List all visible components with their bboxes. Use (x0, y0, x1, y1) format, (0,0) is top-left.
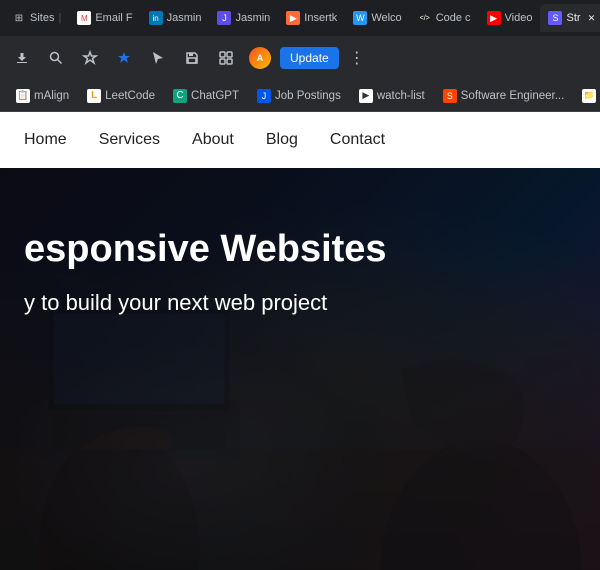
bookmark-favicon-chatgpt: C (173, 89, 187, 103)
profile-button[interactable]: A (246, 44, 274, 72)
tab-divider-sites: | (58, 12, 61, 24)
profile-avatar: A (249, 47, 271, 69)
bookmarks-bar: 📋 mAlign L LeetCode C ChatGPT J Job Post… (0, 80, 600, 112)
tab-label-sites: Sites (30, 12, 54, 24)
tab-video[interactable]: ▶ Video (479, 4, 541, 32)
tab-label-code: Code c (436, 12, 471, 24)
tab-label-str: Str (566, 12, 580, 24)
tab-label-linkedin: Jasmin (167, 12, 202, 24)
tab-favicon-str: S (548, 11, 562, 25)
hero-content: esponsive Websites y to build your next … (0, 168, 600, 318)
bookmark-label-malign: mAlign (34, 90, 69, 102)
tab-str[interactable]: S Str ✕ (540, 4, 600, 32)
tab-label-jasper: Jasmin (235, 12, 270, 24)
nav-services[interactable]: Services (99, 131, 160, 149)
tab-favicon-welcome: W (353, 11, 367, 25)
zoom-button[interactable] (42, 44, 70, 72)
cursor-button[interactable] (144, 44, 172, 72)
bookmark-favicon-leetcode: L (87, 89, 101, 103)
webpage-content: Home Services About Blog Contact (0, 112, 600, 570)
tab-label-welcome: Welco (371, 12, 401, 24)
tab-favicon-linkedin: in (149, 11, 163, 25)
toolbar: A Update ⋮ (0, 36, 600, 80)
cursor-icon (150, 50, 166, 66)
tab-code[interactable]: </> Code c (410, 4, 479, 32)
tab-favicon-video: ▶ (487, 11, 501, 25)
bookmark-leetcode[interactable]: L LeetCode (79, 86, 163, 106)
bookmark-jobs[interactable]: J Job Postings (249, 86, 349, 106)
bookmark-favicon-jobs: J (257, 89, 271, 103)
update-button[interactable]: Update (280, 47, 339, 69)
bookmark-star-icon (82, 50, 98, 66)
zoom-icon (48, 50, 64, 66)
bookmark-malign[interactable]: 📋 mAlign (8, 86, 77, 106)
nav-blog[interactable]: Blog (266, 131, 298, 149)
bookmark-label-watchlist: watch-list (377, 90, 425, 102)
bookmark-favicon-other: 📁 (582, 89, 596, 103)
tab-favicon-jasper: J (217, 11, 231, 25)
site-navigation: Home Services About Blog Contact (0, 112, 600, 168)
tab-linkedin[interactable]: in Jasmin (141, 4, 210, 32)
download-icon (14, 50, 30, 66)
tab-favicon-email: M (77, 11, 91, 25)
bookmarked-icon (116, 50, 132, 66)
bookmarked-button[interactable] (110, 44, 138, 72)
bookmark-favicon-software-engineer: S (443, 89, 457, 103)
download-button[interactable] (8, 44, 36, 72)
tab-jasper[interactable]: J Jasmin (209, 4, 278, 32)
bookmark-favicon-malign: 📋 (16, 89, 30, 103)
bookmark-label-jobs: Job Postings (275, 90, 341, 102)
tab-sites[interactable]: ⊞ Sites | (4, 4, 69, 32)
tab-insertkick[interactable]: ▶ Insertk (278, 4, 345, 32)
save-icon (184, 50, 200, 66)
extensions-icon (218, 50, 234, 66)
extensions-button[interactable] (212, 44, 240, 72)
tab-favicon-code: </> (418, 11, 432, 25)
tab-label-email: Email F (95, 12, 132, 24)
nav-about[interactable]: About (192, 131, 234, 149)
tab-bar: ⊞ Sites | M Email F in Jasmin J Jasmin ▶… (0, 0, 600, 36)
hero-subheading: y to build your next web project (24, 288, 576, 319)
save-button[interactable] (178, 44, 206, 72)
tab-favicon-sites: ⊞ (12, 11, 26, 25)
tab-close-str[interactable]: ✕ (585, 11, 599, 25)
tab-email[interactable]: M Email F (69, 4, 140, 32)
bookmark-software-engineer[interactable]: S Software Engineer... (435, 86, 573, 106)
tab-welcome[interactable]: W Welco (345, 4, 409, 32)
hero-heading: esponsive Websites (24, 228, 576, 272)
menu-button[interactable]: ⋮ (345, 44, 369, 72)
bookmark-label-chatgpt: ChatGPT (191, 90, 239, 102)
bookmark-chatgpt[interactable]: C ChatGPT (165, 86, 247, 106)
bookmark-other[interactable]: 📁 Other Bookmarks (574, 86, 600, 106)
bookmark-label-leetcode: LeetCode (105, 90, 155, 102)
bookmark-favicon-watchlist: ▶ (359, 89, 373, 103)
nav-home[interactable]: Home (24, 131, 67, 149)
tab-favicon-insertkick: ▶ (286, 11, 300, 25)
bookmark-watchlist[interactable]: ▶ watch-list (351, 86, 433, 106)
nav-contact[interactable]: Contact (330, 131, 385, 149)
tab-label-insertkick: Insertk (304, 12, 337, 24)
bookmark-label-software-engineer: Software Engineer... (461, 90, 565, 102)
hero-section: esponsive Websites y to build your next … (0, 168, 600, 570)
tab-label-video: Video (505, 12, 533, 24)
browser-chrome: ⊞ Sites | M Email F in Jasmin J Jasmin ▶… (0, 0, 600, 112)
bookmark-button[interactable] (76, 44, 104, 72)
